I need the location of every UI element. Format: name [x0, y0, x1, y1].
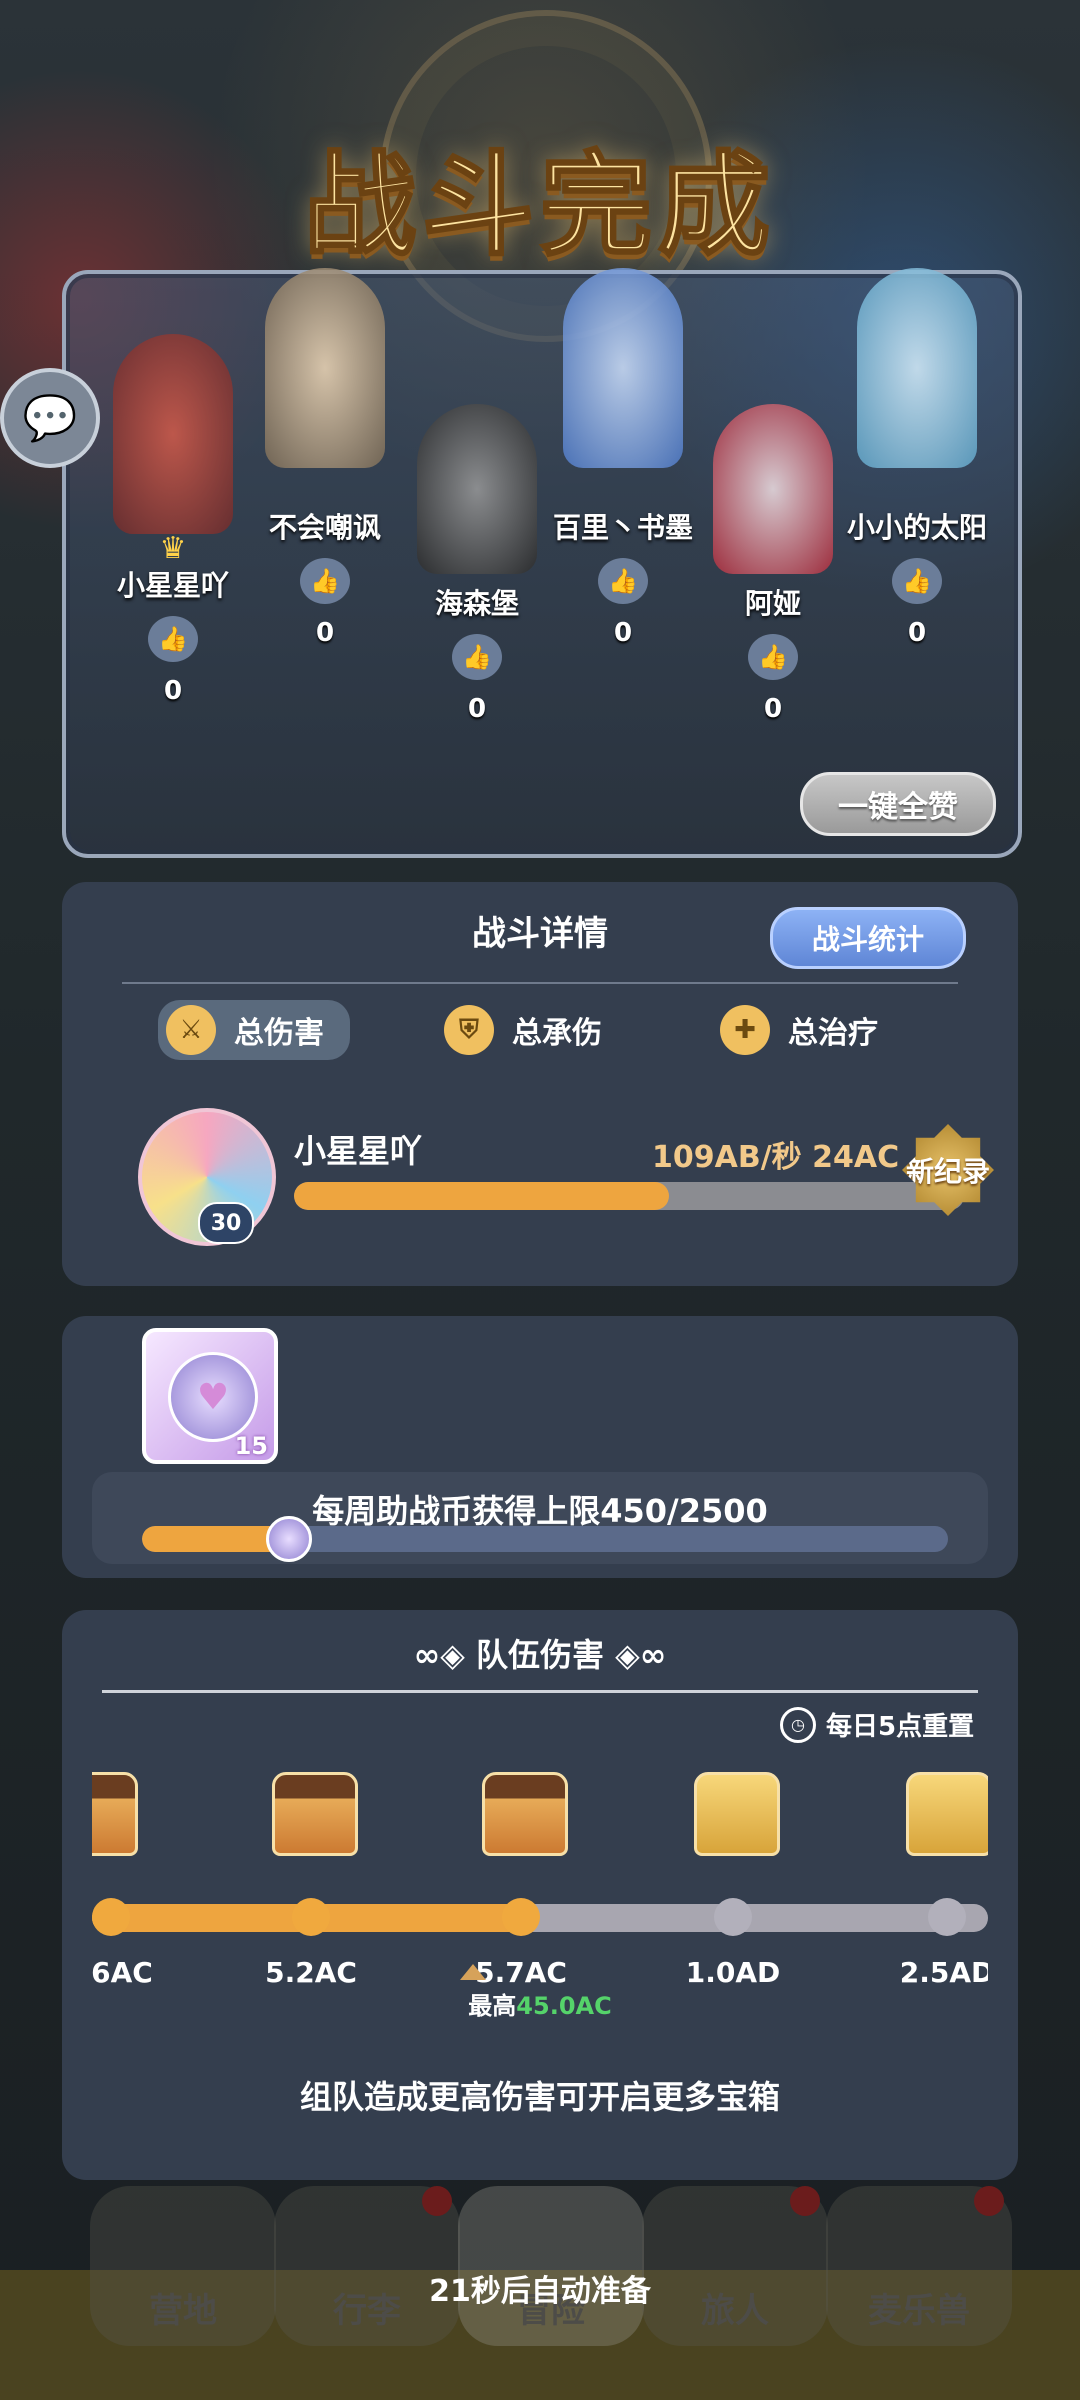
character-figure — [417, 404, 537, 574]
coin-progress-bar — [142, 1526, 948, 1552]
clock-icon: ◷ — [780, 1706, 816, 1743]
dps-value: 109AB/秒 — [652, 1140, 802, 1175]
thumbs-up-icon[interactable]: 👍 — [748, 634, 798, 680]
chest-open-icon[interactable] — [482, 1772, 568, 1856]
milestone-dot — [714, 1898, 752, 1936]
daily-reset-info: ◷ 每日5点重置 — [780, 1706, 974, 1743]
max-value: 45.0AC — [516, 1992, 612, 2020]
milestone-label: 5.7AC — [475, 1956, 567, 1989]
notification-dot — [422, 2186, 452, 2216]
auto-ready-countdown: 21秒后自动准备 — [429, 2274, 651, 2309]
character-figure — [563, 268, 683, 468]
assist-coin-card: ♥ 15 每周助战币获得上限450/2500 — [62, 1316, 1018, 1578]
like-count: 0 — [907, 618, 927, 648]
damage-stats: 109AB/秒 24AC — [652, 1132, 899, 1176]
milestone-dot — [92, 1898, 130, 1936]
notification-dot — [974, 2186, 1004, 2216]
reset-text: 每日5点重置 — [826, 1712, 975, 1742]
heal-cross-icon: ✚ — [720, 1005, 770, 1055]
chest-gold-icon[interactable] — [694, 1772, 780, 1856]
character-panel: ♛ 小星星吖 👍 0 不会嘲讽 👍 0 海森堡 👍 0 百里丶书墨 👍 0 阿娅… — [62, 268, 1022, 858]
milestone-label: 1.0AD — [685, 1956, 781, 1989]
battle-detail-card: 战斗详情 战斗统计 ⚔ 总伤害 ⛨ 总承伤 ✚ 总治疗 30 小星星吖 109A… — [62, 882, 1018, 1286]
tab-label: 总治疗 — [788, 1016, 878, 1051]
thumbs-up-icon[interactable]: 👍 — [892, 558, 942, 604]
max-label: 最高 — [468, 1992, 517, 2020]
character-figure — [857, 268, 977, 468]
character-figure — [113, 334, 233, 534]
heart-coin-icon: ♥ — [168, 1352, 258, 1442]
chat-bubble-icon[interactable]: 💬 — [0, 368, 100, 468]
chest-open-icon[interactable] — [272, 1772, 358, 1856]
damage-progress-fill — [294, 1182, 670, 1210]
team-damage-note: 组队造成更高伤害可开启更多宝箱 — [299, 2078, 780, 2116]
character-figure — [265, 268, 385, 468]
milestone-dot — [502, 1898, 540, 1936]
total-damage-value: 24AC — [812, 1140, 900, 1175]
coin-progress-knob-icon — [266, 1516, 312, 1562]
chest-open-icon[interactable] — [92, 1772, 138, 1856]
coin-quantity: 15 — [234, 1432, 268, 1460]
battle-stats-button[interactable]: 战斗统计 — [770, 907, 966, 969]
max-marker-icon — [460, 1964, 486, 1980]
like-count: 0 — [163, 676, 183, 706]
character-name: 小小的太阳 — [846, 511, 987, 544]
shield-icon: ⛨ — [444, 1005, 494, 1055]
milestone-label: 6AC — [92, 1956, 153, 1989]
tab-total-healing[interactable]: ✚ 总治疗 — [720, 1000, 878, 1060]
milestone-label: 5.2AC — [265, 1956, 357, 1989]
milestone-dot — [292, 1898, 330, 1936]
milestone-label: 2.5AD — [899, 1956, 988, 1989]
team-damage-card: ∞◈ 队伍伤害 ◈∞ ◷ 每日5点重置 6AC 5.2AC 5.7AC 1.0A… — [62, 1610, 1018, 2180]
like-all-button[interactable]: 一键全赞 — [800, 772, 996, 836]
thumbs-up-icon[interactable]: 👍 — [598, 558, 648, 604]
player-name: 小星星吖 — [294, 1132, 423, 1170]
thumbs-up-icon[interactable]: 👍 — [300, 558, 350, 604]
notification-dot — [790, 2186, 820, 2216]
divider — [122, 982, 958, 984]
assist-coin-item[interactable]: ♥ 15 — [142, 1328, 278, 1464]
milestone-dot — [928, 1898, 966, 1936]
character-figure — [713, 404, 833, 574]
damage-progress-bar — [294, 1182, 964, 1210]
max-damage-label: 最高45.0AC — [0, 1986, 1080, 2021]
level-badge: 30 — [198, 1202, 254, 1244]
tab-total-damage[interactable]: ⚔ 总伤害 — [158, 1000, 350, 1060]
sword-icon: ⚔ — [166, 1005, 216, 1055]
like-count: 0 — [467, 694, 487, 724]
ornament-left-icon: ∞◈ — [413, 1636, 476, 1674]
character-slot-6: 小小的太阳 👍 0 — [822, 268, 1012, 648]
divider — [102, 1690, 978, 1693]
thumbs-up-icon[interactable]: 👍 — [148, 616, 198, 662]
thumbs-up-icon[interactable]: 👍 — [452, 634, 502, 680]
page-title: 战斗完成 — [303, 140, 776, 273]
team-damage-title: ∞◈ 队伍伤害 ◈∞ — [62, 1630, 1018, 1676]
like-count: 0 — [763, 694, 783, 724]
tab-label: 总承伤 — [512, 1016, 602, 1051]
chest-gold-icon[interactable] — [906, 1772, 988, 1856]
tab-total-damage-taken[interactable]: ⛨ 总承伤 — [444, 1000, 602, 1060]
tab-label: 总伤害 — [234, 1016, 324, 1051]
team-damage-track — [92, 1904, 988, 1932]
team-damage-title-text: 队伍伤害 — [475, 1636, 604, 1674]
ornament-right-icon: ◈∞ — [604, 1636, 667, 1674]
